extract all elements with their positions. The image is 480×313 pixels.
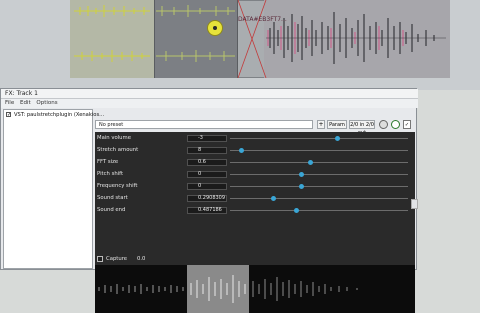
param-label: Main volume <box>97 135 131 141</box>
gear-icon[interactable] <box>379 120 388 129</box>
plugin-waveform[interactable] <box>95 265 415 313</box>
param-row: FFT size 0.6 <box>95 158 415 167</box>
param-slider-knob[interactable] <box>299 172 305 177</box>
menu-options[interactable]: Options <box>36 99 57 108</box>
param-slider-knob[interactable] <box>238 148 244 153</box>
param-slider-knob[interactable] <box>270 196 276 201</box>
param-slider-track[interactable] <box>230 162 408 163</box>
param-slider-track[interactable] <box>230 174 408 175</box>
param-slider-track[interactable] <box>230 150 408 151</box>
param-label: Stretch amount <box>97 147 139 153</box>
capture-label: Capture <box>106 256 128 262</box>
param-value-field[interactable]: -3 <box>187 135 227 142</box>
param-row: Stretch amount 8 <box>95 146 415 155</box>
param-slider-track[interactable] <box>230 138 408 139</box>
capture-value: 0.0 <box>137 256 146 262</box>
param-label: Pitch shift <box>97 171 124 177</box>
fx-window: FX: Track 1 File Edit Options ✓ VST: pau… <box>0 88 418 313</box>
scroll-arrow[interactable] <box>411 199 418 209</box>
plugin-enable-checkbox[interactable]: ✓ <box>6 112 11 118</box>
track-waveform <box>74 0 446 78</box>
power-icon[interactable] <box>391 120 400 129</box>
preset-add-button[interactable]: + <box>317 120 325 129</box>
fx-menubar: File Edit Options <box>1 99 418 108</box>
param-value-field[interactable]: 0.2908309 <box>187 195 227 202</box>
param-value-field[interactable]: 0 <box>187 183 227 190</box>
param-slider-knob[interactable] <box>334 136 340 141</box>
menu-edit[interactable]: Edit <box>20 99 31 108</box>
bypass-checkbox[interactable]: ✓ <box>403 120 411 129</box>
menu-file[interactable]: File <box>5 99 14 108</box>
param-label: Frequency shift <box>97 183 138 189</box>
param-row: Pitch shift 0 <box>95 170 415 179</box>
param-slider-knob[interactable] <box>308 160 314 165</box>
param-slider-track[interactable] <box>230 210 408 211</box>
param-row: Frequency shift 0 <box>95 182 415 191</box>
cursor-dot <box>213 26 217 30</box>
fx-window-title: FX: Track 1 <box>1 89 418 99</box>
param-button[interactable]: Param <box>327 120 347 129</box>
param-row: Sound end 0.487186 <box>95 206 415 215</box>
param-slider-knob[interactable] <box>293 208 299 213</box>
param-label: FFT size <box>97 159 119 165</box>
param-label: Sound end <box>97 207 126 213</box>
plugin-list-item[interactable]: VST: paulstretchplugin (Xenakios... <box>14 112 104 118</box>
preset-bar: No preset + Param 2/0 in 2/0 out ✓ <box>95 120 415 136</box>
param-value-field[interactable]: 0.487186 <box>187 207 227 214</box>
preset-dropdown[interactable]: No preset <box>95 120 313 129</box>
capture-checkbox[interactable] <box>97 256 103 262</box>
param-value-field[interactable]: 0 <box>187 171 227 178</box>
param-label: Sound start <box>97 195 128 201</box>
param-slider-knob[interactable] <box>299 184 305 189</box>
clip-label: DATA#EB3FT7... <box>238 16 287 23</box>
arrange-view: DATA#EB3FT7... <box>0 0 480 90</box>
param-row: Sound start 0.2908309 <box>95 194 415 203</box>
param-row: Main volume -3 <box>95 134 415 143</box>
param-value-field[interactable]: 0.6 <box>187 159 227 166</box>
param-slider-track[interactable] <box>230 198 408 199</box>
param-value-field[interactable]: 8 <box>187 147 227 154</box>
fx-chain-list[interactable]: ✓ VST: paulstretchplugin (Xenakios... <box>3 109 104 269</box>
paulstretch-plugin-ui: Main volume -3 Stretch amount 8 FFT size 0.6 P… <box>95 132 415 313</box>
param-slider-track[interactable] <box>230 186 408 187</box>
io-routing-button[interactable]: 2/0 in 2/0 out <box>349 120 375 136</box>
